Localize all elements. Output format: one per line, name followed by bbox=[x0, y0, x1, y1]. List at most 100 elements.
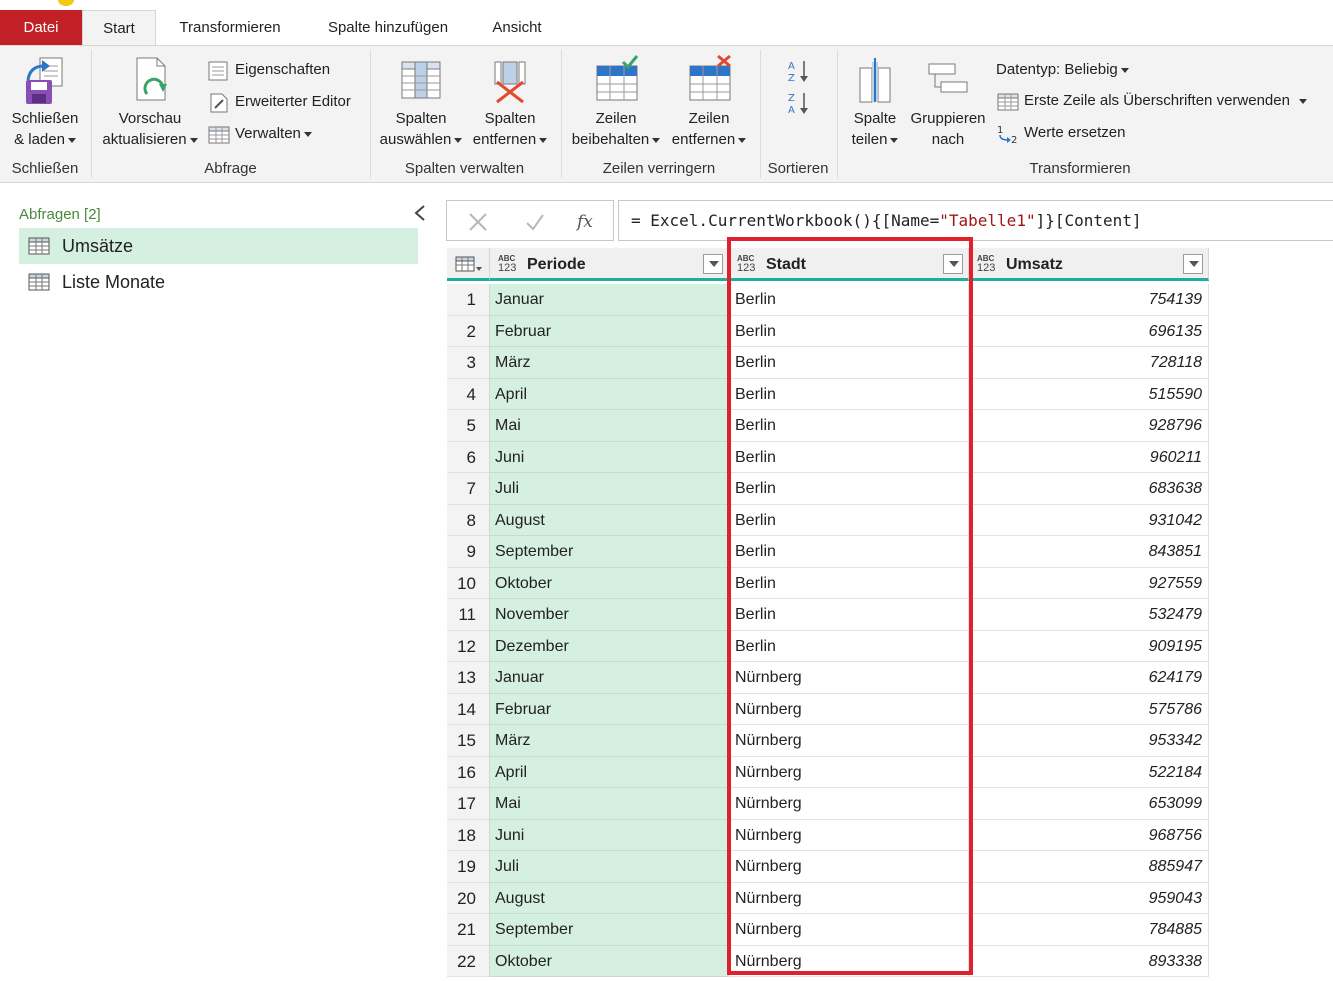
cell-periode[interactable]: Oktober bbox=[490, 945, 729, 977]
collapse-pane-button[interactable] bbox=[412, 204, 428, 222]
cell-umsatz[interactable]: 843851 bbox=[969, 536, 1209, 568]
tab-datei[interactable]: Datei bbox=[0, 10, 82, 45]
cell-periode[interactable]: Februar bbox=[490, 693, 729, 725]
cell-umsatz[interactable]: 885947 bbox=[969, 851, 1209, 883]
cell-umsatz[interactable]: 909195 bbox=[969, 630, 1209, 662]
cell-umsatz[interactable]: 893338 bbox=[969, 945, 1209, 977]
cell-umsatz[interactable]: 754139 bbox=[969, 284, 1209, 316]
column-header-periode[interactable]: ABC 123 Periode bbox=[490, 248, 729, 281]
cell-stadt[interactable]: Berlin bbox=[729, 441, 969, 473]
remove-columns-button[interactable]: Spalten entfernen bbox=[468, 54, 552, 150]
cell-periode[interactable]: Juni bbox=[490, 819, 729, 851]
cell-periode[interactable]: April bbox=[490, 756, 729, 788]
cell-umsatz[interactable]: 784885 bbox=[969, 914, 1209, 946]
cell-periode[interactable]: Januar bbox=[490, 662, 729, 694]
cell-umsatz[interactable]: 959043 bbox=[969, 882, 1209, 914]
cell-umsatz[interactable]: 575786 bbox=[969, 693, 1209, 725]
group-by-button[interactable]: Gruppieren nach bbox=[906, 54, 990, 150]
tab-ansicht[interactable]: Ansicht bbox=[476, 10, 558, 45]
cell-periode[interactable]: August bbox=[490, 504, 729, 536]
cell-periode[interactable]: September bbox=[490, 536, 729, 568]
cell-periode[interactable]: April bbox=[490, 378, 729, 410]
sort-ascending-button[interactable]: A Z bbox=[786, 56, 814, 84]
column-header-umsatz[interactable]: ABC 123 Umsatz bbox=[969, 248, 1209, 281]
confirm-formula-icon[interactable] bbox=[524, 211, 546, 233]
table-menu-button[interactable] bbox=[447, 248, 490, 281]
cell-stadt[interactable]: Nürnberg bbox=[729, 914, 969, 946]
fx-icon[interactable]: fx bbox=[575, 209, 599, 233]
column-filter-button[interactable] bbox=[703, 254, 723, 274]
cell-periode[interactable]: Juli bbox=[490, 851, 729, 883]
sort-descending-button[interactable]: Z A bbox=[786, 88, 814, 116]
close-and-load-button[interactable]: Schließen & laden bbox=[6, 54, 84, 150]
cell-stadt[interactable]: Berlin bbox=[729, 567, 969, 599]
cell-umsatz[interactable]: 953342 bbox=[969, 725, 1209, 757]
tab-spalte-hinzufuegen[interactable]: Spalte hinzufügen bbox=[306, 10, 470, 45]
cell-stadt[interactable]: Berlin bbox=[729, 378, 969, 410]
cell-stadt[interactable]: Nürnberg bbox=[729, 945, 969, 977]
cell-stadt[interactable]: Nürnberg bbox=[729, 788, 969, 820]
tab-start[interactable]: Start bbox=[82, 10, 156, 46]
cell-stadt[interactable]: Nürnberg bbox=[729, 662, 969, 694]
cell-periode[interactable]: März bbox=[490, 347, 729, 379]
cell-umsatz[interactable]: 927559 bbox=[969, 567, 1209, 599]
cell-umsatz[interactable]: 515590 bbox=[969, 378, 1209, 410]
column-header-stadt[interactable]: ABC 123 Stadt bbox=[729, 248, 969, 281]
cell-stadt[interactable]: Berlin bbox=[729, 315, 969, 347]
cell-umsatz[interactable]: 968756 bbox=[969, 819, 1209, 851]
cell-periode[interactable]: Oktober bbox=[490, 567, 729, 599]
cell-stadt[interactable]: Berlin bbox=[729, 599, 969, 631]
column-filter-button[interactable] bbox=[1183, 254, 1203, 274]
cell-umsatz[interactable]: 653099 bbox=[969, 788, 1209, 820]
cell-stadt[interactable]: Berlin bbox=[729, 347, 969, 379]
cell-umsatz[interactable]: 728118 bbox=[969, 347, 1209, 379]
cell-stadt[interactable]: Nürnberg bbox=[729, 725, 969, 757]
cell-umsatz[interactable]: 696135 bbox=[969, 315, 1209, 347]
keep-rows-button[interactable]: Zeilen beibehalten bbox=[566, 54, 666, 150]
cell-stadt[interactable]: Nürnberg bbox=[729, 693, 969, 725]
tab-transformieren[interactable]: Transformieren bbox=[160, 10, 300, 45]
type-any-icon[interactable]: ABC 123 bbox=[498, 254, 516, 274]
cell-stadt[interactable]: Berlin bbox=[729, 284, 969, 316]
cell-periode[interactable]: Mai bbox=[490, 788, 729, 820]
cell-stadt[interactable]: Berlin bbox=[729, 630, 969, 662]
cell-periode[interactable]: Januar bbox=[490, 284, 729, 316]
refresh-preview-button[interactable]: Vorschau aktualisieren bbox=[98, 54, 202, 150]
cell-umsatz[interactable]: 931042 bbox=[969, 504, 1209, 536]
cell-stadt[interactable]: Nürnberg bbox=[729, 882, 969, 914]
cell-periode[interactable]: November bbox=[490, 599, 729, 631]
type-any-icon[interactable]: ABC 123 bbox=[737, 254, 755, 274]
column-filter-button[interactable] bbox=[943, 254, 963, 274]
query-item-umsaetze[interactable]: Umsätze bbox=[19, 228, 418, 264]
cell-umsatz[interactable]: 532479 bbox=[969, 599, 1209, 631]
cell-stadt[interactable]: Berlin bbox=[729, 536, 969, 568]
cell-periode[interactable]: August bbox=[490, 882, 729, 914]
cell-stadt[interactable]: Berlin bbox=[729, 410, 969, 442]
type-any-icon[interactable]: ABC 123 bbox=[977, 254, 995, 274]
cell-periode[interactable]: Februar bbox=[490, 315, 729, 347]
table-row: 11 November Berlin 532479 bbox=[447, 599, 1211, 631]
chevron-down-icon bbox=[539, 137, 548, 143]
cell-periode[interactable]: Dezember bbox=[490, 630, 729, 662]
cell-periode[interactable]: Juli bbox=[490, 473, 729, 505]
cell-stadt[interactable]: Berlin bbox=[729, 473, 969, 505]
cell-stadt[interactable]: Nürnberg bbox=[729, 851, 969, 883]
split-column-button[interactable]: Spalte teilen bbox=[844, 54, 906, 150]
formula-input[interactable]: = Excel.CurrentWorkbook(){[Name="Tabelle… bbox=[618, 200, 1333, 241]
cell-umsatz[interactable]: 624179 bbox=[969, 662, 1209, 694]
cell-stadt[interactable]: Nürnberg bbox=[729, 756, 969, 788]
cell-periode[interactable]: Mai bbox=[490, 410, 729, 442]
cell-periode[interactable]: Juni bbox=[490, 441, 729, 473]
cell-umsatz[interactable]: 683638 bbox=[969, 473, 1209, 505]
choose-columns-button[interactable]: Spalten auswählen bbox=[376, 54, 466, 150]
cell-umsatz[interactable]: 960211 bbox=[969, 441, 1209, 473]
cell-stadt[interactable]: Berlin bbox=[729, 504, 969, 536]
remove-rows-button[interactable]: Zeilen entfernen bbox=[666, 54, 752, 150]
cell-umsatz[interactable]: 928796 bbox=[969, 410, 1209, 442]
query-item-liste-monate[interactable]: Liste Monate bbox=[19, 264, 418, 300]
cell-umsatz[interactable]: 522184 bbox=[969, 756, 1209, 788]
cell-periode[interactable]: März bbox=[490, 725, 729, 757]
cell-stadt[interactable]: Nürnberg bbox=[729, 819, 969, 851]
cancel-formula-icon[interactable] bbox=[467, 211, 489, 233]
cell-periode[interactable]: September bbox=[490, 914, 729, 946]
